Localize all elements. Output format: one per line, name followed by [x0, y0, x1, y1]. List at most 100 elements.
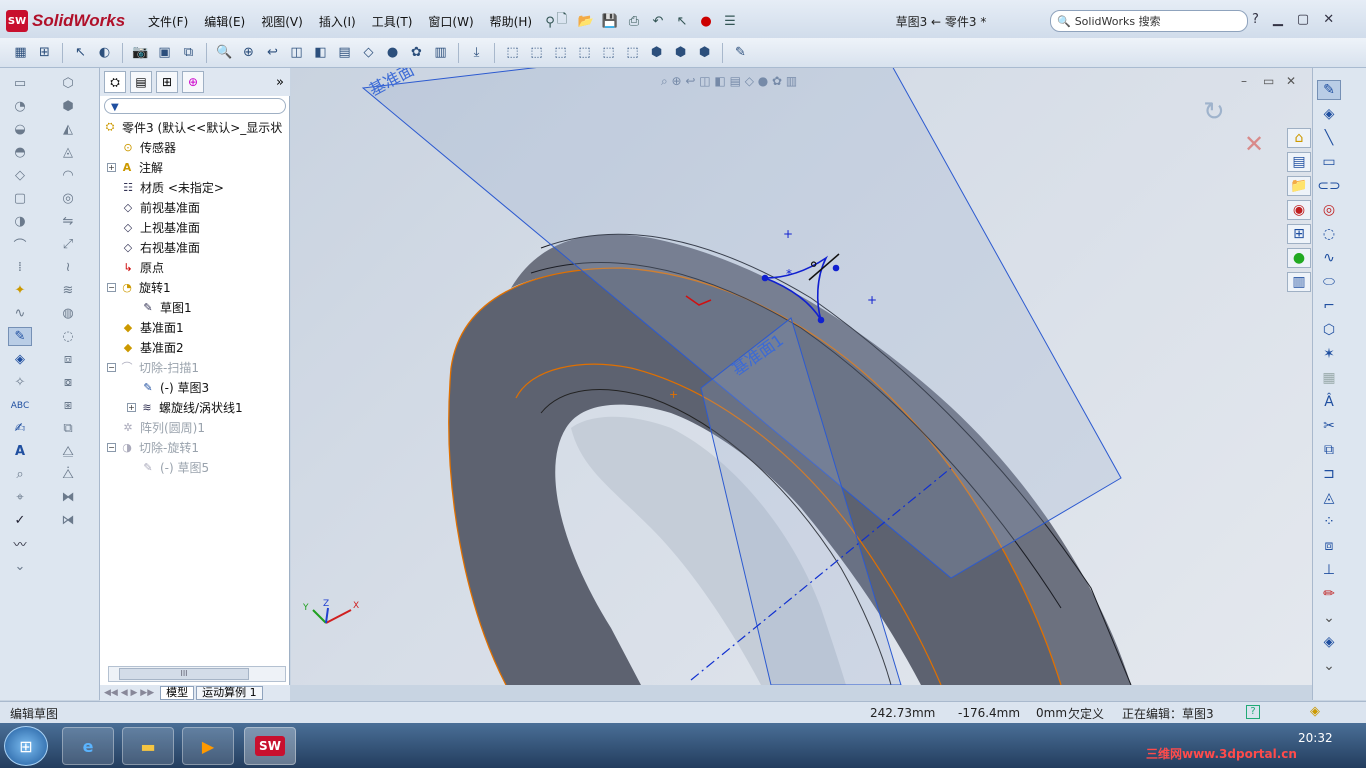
menu-help[interactable]: 帮助(H)	[482, 12, 540, 32]
cut-extrude-icon[interactable]: ▢	[8, 189, 32, 208]
sketch-mode-icon[interactable]: ✎	[1317, 80, 1341, 100]
centerline-icon[interactable]: ▦	[1317, 368, 1341, 388]
rectangle-icon[interactable]: ▭	[1317, 152, 1341, 172]
front-view-icon[interactable]: ⬚	[502, 42, 523, 63]
linear-pattern-icon[interactable]: ⁞	[8, 258, 32, 277]
view-settings-icon[interactable]: ▥	[430, 42, 451, 63]
sweep-icon[interactable]: ◒	[8, 120, 32, 139]
options-icon[interactable]: ☰	[720, 11, 740, 31]
relations-icon[interactable]: ⊞	[34, 42, 55, 63]
curves-icon[interactable]: ∿	[8, 304, 32, 323]
print-icon[interactable]: ⎙	[624, 11, 644, 31]
search-results-icon[interactable]: ⊞	[1287, 224, 1311, 244]
tree-item-circular-pattern1[interactable]: ✲ 阵列(圆周)1	[120, 418, 205, 436]
fillet-sketch-icon[interactable]: ⌐	[1317, 296, 1341, 316]
display-relations-icon[interactable]: ⊥	[1317, 560, 1341, 580]
mirror-icon[interactable]: ⇋	[56, 212, 80, 231]
scene-icon[interactable]: ✿	[406, 42, 427, 63]
taskbar-solidworks[interactable]: SW	[244, 727, 296, 765]
line-icon[interactable]: ╲	[1317, 128, 1341, 148]
panel-horizontal-scrollbar[interactable]: III	[108, 666, 286, 682]
collapse-toggle[interactable]: −	[107, 362, 116, 372]
tree-item-material[interactable]: ☷ 材质 <未指定>	[120, 178, 224, 196]
deform-icon[interactable]: ≋	[56, 281, 80, 300]
maximize-icon[interactable]: ▢	[1297, 12, 1309, 27]
extrude-icon[interactable]: ▭	[8, 74, 32, 93]
tree-item-plane1[interactable]: ◆ 基准面1	[120, 318, 184, 336]
search-feature-icon[interactable]: ⌕	[8, 465, 32, 484]
tree-item-cut-revolve1[interactable]: − ◑ 切除-旋转1	[107, 438, 199, 456]
grid-icon[interactable]: ▦	[10, 42, 31, 63]
open-folder-icon[interactable]: 📂	[576, 11, 596, 31]
expand-more-icon[interactable]: ⌄	[8, 557, 32, 576]
point-icon[interactable]: ✶	[1317, 344, 1341, 364]
tree-item-sensors[interactable]: ⊙ 传感器	[120, 138, 176, 156]
tree-item-sketch5[interactable]: ✎ (-) 草图5	[140, 458, 209, 476]
camera-icon[interactable]: 📷	[130, 42, 151, 63]
minimize-icon[interactable]: ▁	[1273, 12, 1283, 27]
graphics-viewport[interactable]: ⌕ ⊕ ↩ ◫ ◧ ▤ ◇ ● ✿ ▥ – ▭ ✕ ↻ ✕ 基准面1 基准面	[291, 68, 1312, 685]
edit-appearance-icon[interactable]: ●	[382, 42, 403, 63]
freeform-icon[interactable]: ◌	[56, 327, 80, 346]
tree-item-helix1[interactable]: + ≋ 螺旋线/涡状线1	[127, 398, 243, 416]
reference-geometry-icon[interactable]: ✧	[8, 373, 32, 392]
revolve-icon[interactable]: ◔	[8, 97, 32, 116]
menu-edit[interactable]: 编辑(E)	[196, 12, 253, 32]
menu-view[interactable]: 视图(V)	[253, 12, 311, 32]
repair-sketch-icon[interactable]: ✏	[1317, 584, 1341, 604]
tree-item-plane2[interactable]: ◆ 基准面2	[120, 338, 184, 356]
view-orientation-icon[interactable]: ◧	[310, 42, 331, 63]
note-icon[interactable]: ✍	[8, 419, 32, 438]
expand-more-right-icon[interactable]: ⌄	[1317, 608, 1341, 628]
tree-item-revolve1[interactable]: − ◔ 旋转1	[107, 278, 171, 296]
rebuild-traffic-light-icon[interactable]: ●	[696, 11, 716, 31]
tab-model[interactable]: 模型	[160, 686, 195, 700]
taskbar-ie[interactable]: e	[62, 727, 114, 765]
quick-tips-icon[interactable]: ?	[1246, 705, 1260, 719]
rib-icon[interactable]: ◭	[56, 120, 80, 139]
display-style-icon[interactable]: ▤	[334, 42, 355, 63]
delete-face-icon[interactable]: ⧇	[56, 373, 80, 392]
trimetric-view-icon[interactable]: ⬢	[670, 42, 691, 63]
intersect-icon[interactable]: ⧋	[56, 442, 80, 461]
tab-feature-manager[interactable]: ⛭	[104, 71, 126, 93]
checkmark-tool-icon[interactable]: ✓	[8, 511, 32, 530]
wrap-icon[interactable]: ◬	[56, 143, 80, 162]
dome-icon[interactable]: ◠	[56, 166, 80, 185]
taskbar-explorer[interactable]: ▬	[122, 727, 174, 765]
spell-check-icon[interactable]: ABC	[8, 396, 32, 415]
knit-icon[interactable]: ⧓	[56, 488, 80, 507]
combine-icon[interactable]: ⧉	[56, 419, 80, 438]
polygon-icon[interactable]: ⬡	[1317, 320, 1341, 340]
help-icon[interactable]: ?	[1252, 12, 1259, 27]
ellipse-icon[interactable]: ⬭	[1317, 272, 1341, 292]
tab-nav-arrows[interactable]: ◀◀ ◀ ▶ ▶▶	[104, 688, 154, 698]
hide-show-icon[interactable]: ◇	[358, 42, 379, 63]
quick-snaps-icon[interactable]: ◈	[1317, 632, 1341, 652]
zoom-fit-icon[interactable]: 🔍	[214, 42, 235, 63]
file-explorer-icon[interactable]: 📁	[1287, 176, 1311, 196]
panel-expand-icon[interactable]: »	[276, 75, 284, 90]
isometric-view-icon[interactable]: ⬢	[646, 42, 667, 63]
trim-surface-icon[interactable]: ⧒	[56, 511, 80, 530]
clock-time[interactable]: 20:32	[1298, 731, 1333, 745]
tree-item-right-plane[interactable]: ◇ 右视基准面	[120, 238, 200, 256]
cut-sweep-icon[interactable]: ⌒	[8, 235, 32, 254]
left-view-icon[interactable]: ⬚	[550, 42, 571, 63]
normal-to-icon[interactable]: ⤓	[466, 42, 487, 63]
dimetric-view-icon[interactable]: ⬢	[694, 42, 715, 63]
undo-icon[interactable]: ↶	[648, 11, 668, 31]
move-face-icon[interactable]: ⧈	[56, 350, 80, 369]
tree-filter-input[interactable]: ▼	[104, 98, 286, 114]
solidworks-logo[interactable]: SW SolidWorks	[6, 8, 128, 34]
tree-item-origin[interactable]: ↳ 原点	[120, 258, 164, 276]
save-icon[interactable]: 💾	[600, 11, 620, 31]
collapse-toggle[interactable]: −	[107, 442, 116, 452]
expand-toggle[interactable]: +	[107, 162, 116, 172]
tab-motion-study[interactable]: 运动算例 1	[196, 686, 263, 700]
right-view-icon[interactable]: ⬚	[574, 42, 595, 63]
appearances-icon[interactable]: ●	[1287, 248, 1311, 268]
sketch-toggle-icon[interactable]: ✎	[8, 327, 32, 346]
tree-item-sketch1[interactable]: ✎ 草图1	[140, 298, 191, 316]
start-button[interactable]: ⊞	[4, 726, 48, 766]
